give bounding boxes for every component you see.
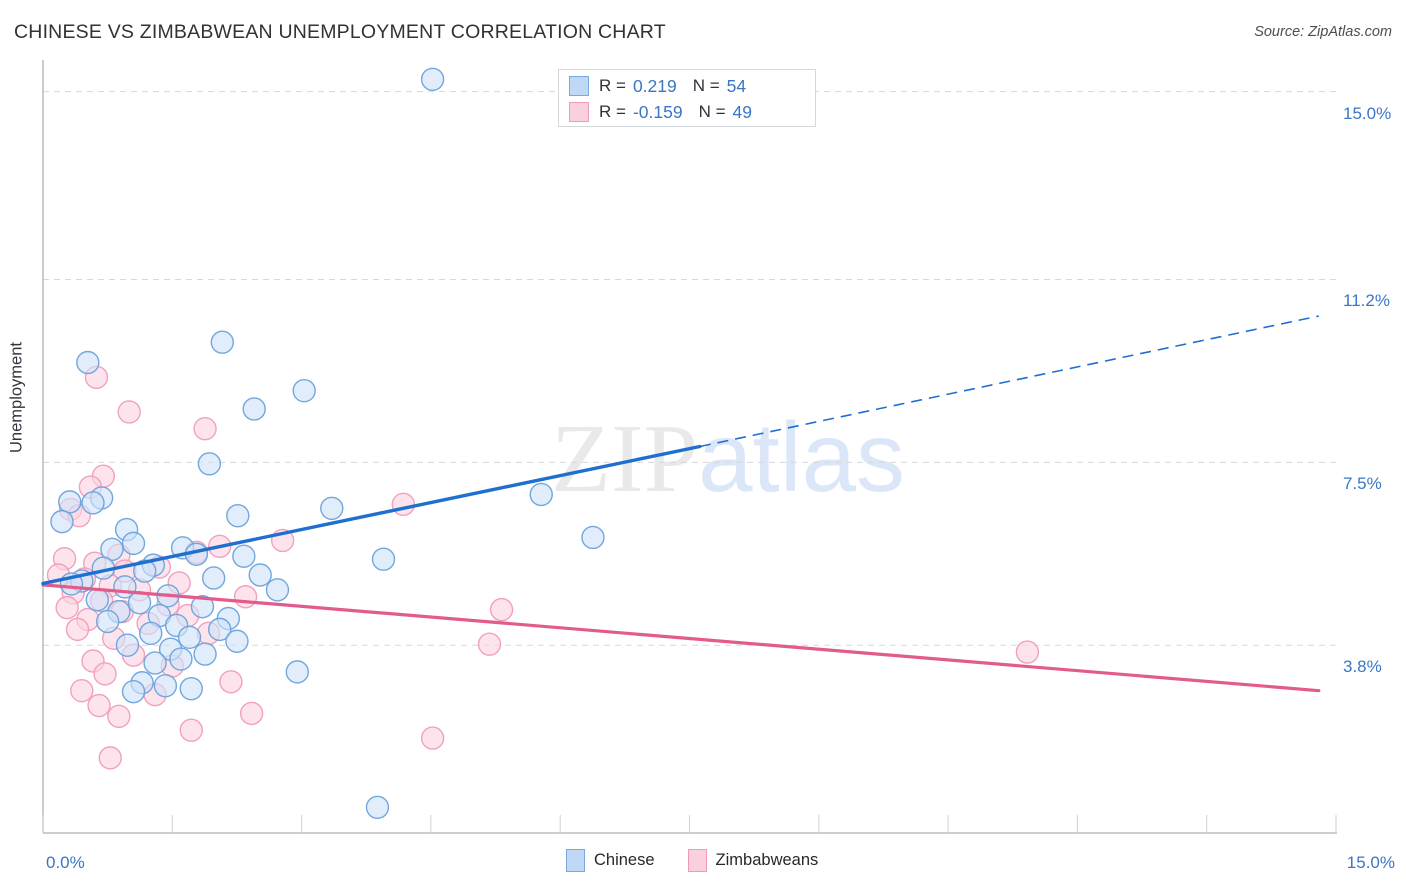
data-point[interactable] [292, 378, 316, 403]
data-point[interactable] [265, 578, 290, 602]
data-point[interactable] [117, 400, 141, 424]
stat-r-value-zimbabweans: -0.159 [632, 101, 683, 122]
data-point[interactable] [93, 662, 117, 686]
data-point[interactable] [85, 588, 110, 612]
data-point[interactable] [153, 674, 178, 698]
data-point[interactable] [1015, 640, 1040, 664]
y-axis-label: 15.0% [1343, 103, 1392, 123]
stat-n-value-chinese: 54 [726, 75, 747, 96]
data-point[interactable] [285, 660, 309, 684]
data-point[interactable] [226, 504, 250, 528]
y-axis-title: Unemployment [7, 342, 26, 453]
data-point[interactable] [219, 670, 243, 694]
trendline-dashed [699, 315, 1319, 448]
data-point[interactable] [225, 629, 249, 653]
data-point[interactable] [581, 525, 605, 550]
trendline-chinese [41, 315, 1319, 586]
data-point[interactable] [115, 633, 140, 657]
data-point[interactable] [193, 642, 217, 666]
data-points-chinese [50, 67, 605, 819]
data-point[interactable] [179, 718, 203, 742]
y-axis-label: 11.2% [1343, 291, 1390, 311]
data-point[interactable] [179, 676, 203, 701]
data-point[interactable] [76, 350, 100, 375]
stat-r-value-chinese: 0.219 [632, 75, 677, 96]
data-point[interactable] [420, 726, 445, 750]
data-point[interactable] [210, 330, 235, 354]
swatch-zimbabweans-icon [569, 102, 589, 122]
data-point[interactable] [233, 585, 258, 609]
data-point[interactable] [139, 621, 163, 646]
axis-lines [42, 60, 1337, 834]
legend-item-zimbabweans[interactable]: Zimbabweans [687, 849, 819, 872]
chart-legend: Chinese Zimbabweans [566, 849, 818, 872]
x-axis-label-max: 15.0% [1346, 853, 1395, 872]
y-axis-label: 3.8% [1343, 657, 1382, 677]
stat-r-key-zimbabweans: R = [599, 102, 626, 121]
data-point[interactable] [169, 647, 193, 671]
legend-swatch-chinese-icon [566, 849, 585, 872]
stat-row-zimbabweans: R = -0.159 N = 49 [569, 99, 752, 125]
correlation-stats-box: R = 0.219 N = 54 R = -0.159 N = 49 [558, 69, 816, 127]
data-point[interactable] [65, 617, 90, 642]
data-point[interactable] [121, 679, 146, 704]
data-point[interactable] [371, 547, 396, 571]
legend-item-chinese[interactable]: Chinese [566, 849, 655, 872]
data-point[interactable] [239, 701, 264, 726]
plot-area [41, 60, 1337, 834]
data-point[interactable] [420, 67, 445, 92]
data-point[interactable] [50, 509, 74, 534]
stat-n-value-zimbabweans: 49 [732, 101, 752, 122]
stat-n-key-zimbabweans: N = [698, 102, 726, 121]
data-point[interactable] [95, 609, 120, 634]
x-axis-label-min: 0.0% [46, 853, 85, 872]
stat-row-chinese: R = 0.219 N = 54 [569, 73, 746, 99]
data-points-zimbabweans [46, 365, 1040, 770]
data-point[interactable] [242, 397, 266, 421]
data-point[interactable] [87, 693, 111, 718]
data-point[interactable] [55, 595, 79, 620]
stat-n-key-chinese: N = [692, 76, 720, 95]
data-point[interactable] [248, 563, 272, 587]
data-point[interactable] [98, 746, 122, 770]
swatch-chinese-icon [569, 76, 589, 96]
data-point[interactable] [391, 492, 416, 517]
data-point[interactable] [320, 496, 344, 520]
data-point[interactable] [365, 795, 390, 819]
data-point[interactable] [81, 491, 105, 515]
data-point[interactable] [107, 704, 131, 729]
y-axis-label: 7.5% [1343, 474, 1382, 494]
legend-swatch-zimbabweans-icon [687, 849, 707, 872]
data-point[interactable] [529, 482, 553, 507]
data-point[interactable] [477, 632, 502, 656]
data-point[interactable] [197, 452, 222, 476]
trendline-solid [41, 444, 702, 586]
data-point[interactable] [58, 490, 82, 514]
data-point[interactable] [121, 531, 146, 556]
data-point[interactable] [70, 678, 94, 703]
data-point[interactable] [193, 417, 217, 441]
data-point[interactable] [489, 597, 514, 622]
legend-label-zimbabweans: Zimbabweans [715, 851, 819, 869]
x-axis-ticks [42, 815, 1337, 833]
data-point[interactable] [143, 651, 167, 675]
data-point[interactable] [177, 625, 202, 649]
data-point[interactable] [232, 544, 256, 568]
legend-label-chinese: Chinese [594, 851, 655, 869]
stat-r-key-chinese: R = [599, 76, 626, 95]
data-point[interactable] [201, 566, 226, 590]
correlation-chart: CHINESE VS ZIMBABWEAN UNEMPLOYMENT CORRE… [0, 0, 1406, 892]
